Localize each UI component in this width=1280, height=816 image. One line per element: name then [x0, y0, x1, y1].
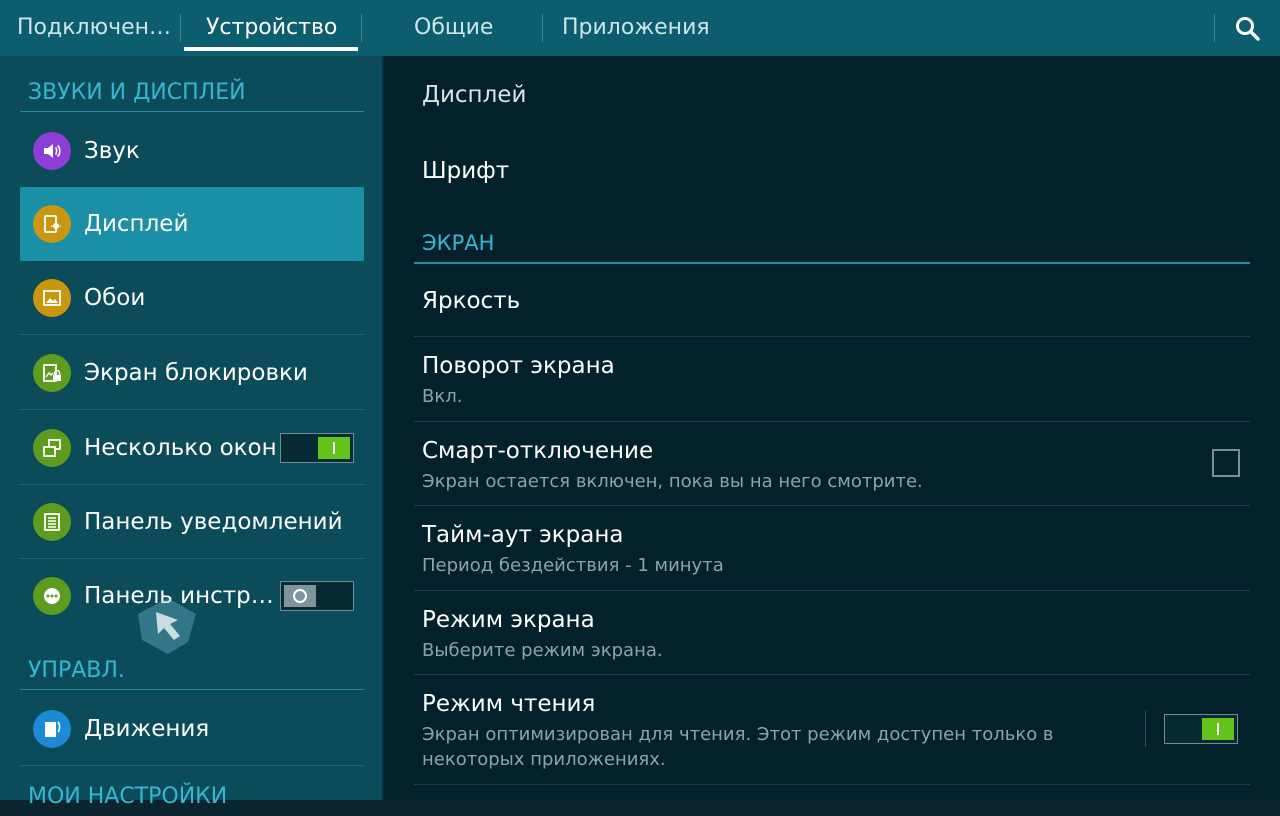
- toolbox-icon: [33, 577, 71, 615]
- tab-applications[interactable]: Приложения: [562, 0, 710, 56]
- search-icon: [1236, 17, 1260, 41]
- row-subtitle: Экран остается включен, пока вы на него …: [422, 471, 923, 492]
- sidebar-item-label: Движения: [84, 716, 210, 742]
- sidebar-item-motions[interactable]: Движения: [20, 692, 364, 766]
- settings-row-reading-mode[interactable]: Режим чтения Экран оптимизирован для чте…: [414, 675, 1250, 785]
- search-button[interactable]: [1228, 10, 1268, 46]
- sidebar-item-multi-window[interactable]: Несколько окон: [20, 411, 364, 485]
- settings-row-smart-stay[interactable]: Смарт-отключение Экран остается включен,…: [414, 422, 1250, 506]
- tab-separator: [180, 14, 181, 42]
- active-tab-indicator: [184, 47, 358, 51]
- row-subtitle: Выберите режим экрана.: [422, 640, 663, 661]
- multi-window-icon: [33, 429, 71, 467]
- sidebar-item-label: Звук: [84, 138, 140, 164]
- settings-row-screen-rotation[interactable]: Поворот экрана Вкл.: [414, 337, 1250, 422]
- settings-row-font[interactable]: Шрифт: [414, 134, 1250, 208]
- tab-separator: [361, 14, 362, 42]
- sidebar-item-label: Несколько окон: [84, 435, 277, 461]
- row-subtitle: Экран оптимизирован для чтения. Этот реж…: [422, 724, 1054, 770]
- section-header-my-settings: МОИ НАСТРОЙКИ: [28, 784, 228, 809]
- row-title: Режим чтения: [422, 691, 596, 717]
- settings-row-brightness[interactable]: Яркость: [414, 266, 1250, 337]
- switch-knob: [284, 585, 316, 607]
- row-separator: [1145, 711, 1146, 747]
- row-title: Режим экрана: [422, 607, 595, 633]
- settings-sidebar: ЗВУКИ И ДИСПЛЕЙ Звук Дисплей Обои Экран …: [0, 56, 382, 809]
- motions-icon: [33, 710, 71, 748]
- settings-row-screen-timeout[interactable]: Тайм-аут экрана Период бездействия - 1 м…: [414, 506, 1250, 591]
- tab-general[interactable]: Общие: [414, 0, 493, 56]
- tab-connections[interactable]: Подключен…: [17, 0, 171, 56]
- row-title: Яркость: [422, 288, 521, 314]
- row-title: Шрифт: [422, 158, 510, 184]
- sidebar-item-label: Панель уведомлений: [84, 509, 343, 535]
- section-header-screen: ЭКРАН: [414, 224, 1250, 264]
- sidebar-item-notification-panel[interactable]: Панель уведомлений: [20, 485, 364, 559]
- display-settings-pane: Дисплей Шрифт ЭКРАН Яркость Поворот экра…: [384, 56, 1280, 800]
- notification-panel-icon: [33, 503, 71, 541]
- settings-row-display[interactable]: Дисплей: [414, 56, 1250, 134]
- lock-screen-icon: [33, 354, 71, 392]
- row-title: Смарт-отключение: [422, 438, 654, 464]
- switch-knob: [1202, 718, 1234, 740]
- switch-knob: [318, 437, 350, 459]
- toolbox-switch[interactable]: [280, 581, 354, 611]
- row-subtitle: Вкл.: [422, 386, 463, 407]
- row-title: Поворот экрана: [422, 353, 615, 379]
- display-icon: [33, 205, 71, 243]
- row-title: Дисплей: [422, 82, 527, 108]
- section-header-sounds-display: ЗВУКИ И ДИСПЛЕЙ: [20, 74, 364, 112]
- smart-stay-checkbox[interactable]: [1212, 449, 1240, 477]
- sidebar-item-sound[interactable]: Звук: [20, 114, 364, 188]
- multi-window-switch[interactable]: [280, 433, 354, 463]
- reading-mode-switch[interactable]: [1164, 714, 1238, 744]
- sidebar-item-label: Обои: [84, 285, 146, 311]
- sidebar-item-wallpaper[interactable]: Обои: [20, 261, 364, 335]
- tab-separator: [542, 14, 543, 42]
- watermark-logo-icon: [138, 598, 196, 654]
- top-tab-bar: Подключен… Устройство Общие Приложения: [0, 0, 1280, 56]
- row-title: Тайм-аут экрана: [422, 522, 624, 548]
- sidebar-item-display[interactable]: Дисплей: [20, 187, 364, 261]
- speaker-icon: [33, 132, 71, 170]
- sidebar-item-label: Дисплей: [84, 211, 189, 237]
- sidebar-item-lock-screen[interactable]: Экран блокировки: [20, 336, 364, 410]
- tab-separator: [1214, 14, 1215, 42]
- settings-row-screen-mode[interactable]: Режим экрана Выберите режим экрана.: [414, 591, 1250, 675]
- sidebar-item-label: Экран блокировки: [84, 360, 308, 386]
- wallpaper-icon: [33, 279, 71, 317]
- row-subtitle: Период бездействия - 1 минута: [422, 555, 724, 576]
